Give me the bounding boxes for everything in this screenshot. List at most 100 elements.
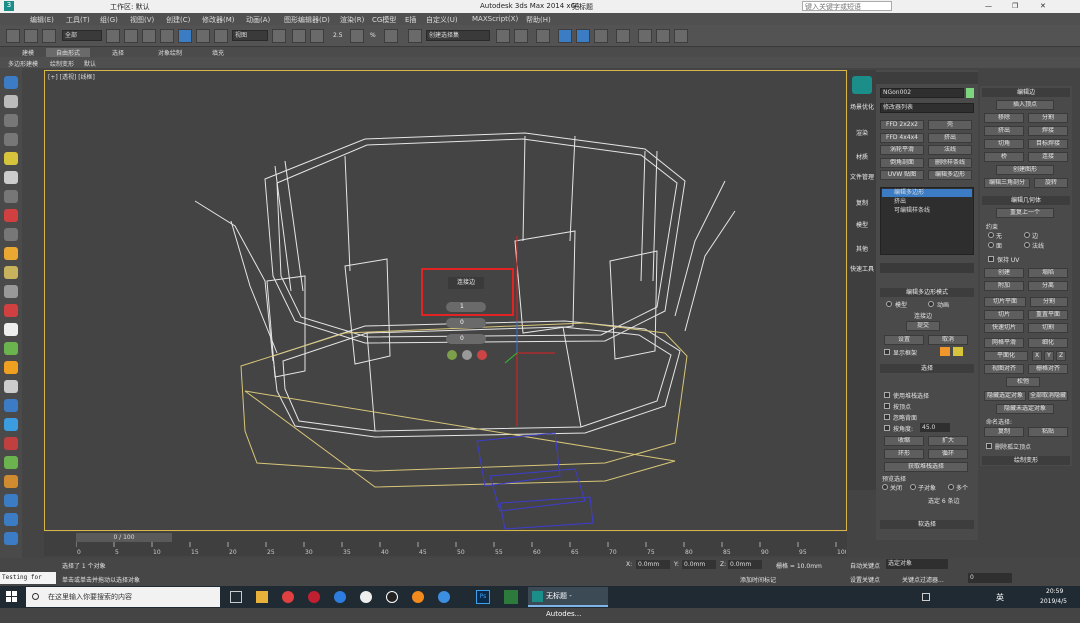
modifier-preset-button[interactable]: FFD 4x4x4: [880, 132, 924, 143]
reference-coord-dropdown[interactable]: 视图: [232, 30, 268, 41]
menu-item[interactable]: 工具(T): [66, 15, 90, 25]
constraint-edge-radio[interactable]: [1024, 232, 1030, 238]
modifier-preset-button[interactable]: 倒角剖面: [880, 157, 924, 168]
constraint-normal-radio[interactable]: [1024, 242, 1030, 248]
selection-header[interactable]: 选择: [880, 364, 974, 373]
attach-button[interactable]: 附加: [984, 281, 1024, 291]
edit-poly-mode-header[interactable]: 编辑多边形模式: [880, 288, 974, 297]
command-side-tab[interactable]: 其他: [850, 246, 874, 254]
maxscript-listener[interactable]: Testing for ALL: [0, 572, 56, 593]
make-planar-button[interactable]: 平面化: [984, 351, 1028, 361]
cage-color-1[interactable]: [940, 347, 950, 356]
timeline[interactable]: 0 / 100 0 5 10 15 20 25 30 35 40 45 50 55 60 65 70 75 80…: [44, 532, 847, 556]
select-object-icon[interactable]: [106, 29, 120, 43]
left-tool-icon[interactable]: [4, 456, 18, 469]
edit-geometry-header[interactable]: 编辑几何体: [982, 196, 1070, 205]
auto-key-label[interactable]: 自动关键点: [850, 561, 880, 570]
remove-button[interactable]: 移除: [984, 113, 1024, 123]
viewport-label[interactable]: [+] [透视] [线框]: [48, 72, 95, 81]
modifier-preset-button[interactable]: 挤出: [928, 132, 972, 143]
target-weld-button[interactable]: 目标焊接: [1028, 139, 1068, 149]
left-tool-icon[interactable]: [4, 342, 18, 355]
split-checkbox-button[interactable]: 分割: [1030, 297, 1068, 307]
split-button[interactable]: 分割: [1028, 113, 1068, 123]
stack-item-editable-spline[interactable]: 可编辑样条线: [882, 207, 972, 215]
left-tool-icon[interactable]: [4, 152, 18, 165]
insert-vertex-button[interactable]: 插入顶点: [996, 100, 1054, 110]
spinner-snap-icon[interactable]: [384, 29, 398, 43]
cage-color-2[interactable]: [953, 347, 963, 356]
commit-button[interactable]: 提交: [906, 321, 940, 331]
delete-isolated-checkbox[interactable]: [986, 443, 992, 449]
app-green-icon[interactable]: [504, 590, 518, 604]
caddy-slide-field[interactable]: 0: [446, 334, 486, 344]
cut-button[interactable]: 切割: [1028, 323, 1068, 333]
move-icon[interactable]: [178, 29, 192, 43]
ribbon-subtab[interactable]: 多边形建模: [8, 59, 38, 68]
named-selection-dropdown[interactable]: 创建选择集: [426, 30, 490, 41]
paste-button[interactable]: 粘贴: [1028, 427, 1068, 437]
ribbon-tab[interactable]: 填充: [212, 48, 224, 57]
clock-date[interactable]: 2019/4/5: [1040, 598, 1067, 605]
constraint-none-radio[interactable]: [988, 232, 994, 238]
add-time-tag[interactable]: 添加时间标记: [740, 575, 776, 584]
keyboard-shortcut-icon[interactable]: [310, 29, 324, 43]
left-tool-icon[interactable]: [4, 285, 18, 298]
workspace-dropdown[interactable]: 工作区: 默认: [110, 2, 150, 12]
ring-button[interactable]: 环形: [884, 449, 924, 459]
constraint-face-radio[interactable]: [988, 242, 994, 248]
angle-snap-icon[interactable]: [350, 29, 364, 43]
left-tool-icon[interactable]: [4, 380, 18, 393]
align-icon[interactable]: [514, 29, 528, 43]
select-manipulate-icon[interactable]: [292, 29, 306, 43]
command-side-tab[interactable]: 场景优化: [850, 104, 874, 112]
caddy-segments-field[interactable]: 1: [446, 302, 486, 312]
get-stack-selection-button[interactable]: 获取堆栈选择: [884, 462, 968, 472]
left-tool-icon[interactable]: [4, 266, 18, 279]
maximize-button[interactable]: ❐: [1012, 2, 1018, 10]
left-tool-icon[interactable]: [4, 475, 18, 488]
slice-button[interactable]: 切片: [984, 310, 1024, 320]
window-crossing-icon[interactable]: [160, 29, 174, 43]
cancel-button[interactable]: 取消: [928, 335, 968, 345]
ribbon-tab[interactable]: 建模: [22, 48, 34, 57]
settings-button[interactable]: 设置: [884, 335, 924, 345]
menu-item[interactable]: 图形编辑器(D): [284, 15, 330, 25]
mode-model-radio[interactable]: [886, 301, 892, 307]
hide-selected-button[interactable]: 隐藏选定对象: [984, 391, 1026, 401]
left-tool-icon[interactable]: [4, 437, 18, 450]
left-tool-icon[interactable]: [4, 209, 18, 222]
planar-y-button[interactable]: Y: [1044, 351, 1054, 361]
preview-off-radio[interactable]: [882, 484, 888, 490]
left-tool-icon[interactable]: [4, 304, 18, 317]
planar-x-button[interactable]: X: [1032, 351, 1042, 361]
meshsmooth-button[interactable]: 网格平滑: [984, 338, 1024, 348]
material-editor-icon[interactable]: [616, 29, 630, 43]
caddy-pinch-field[interactable]: 0: [446, 318, 486, 328]
extrude-button[interactable]: 挤出: [984, 126, 1024, 136]
app-blue-icon[interactable]: [438, 591, 450, 603]
show-cage-checkbox[interactable]: [884, 349, 890, 355]
preview-multi-radio[interactable]: [948, 484, 954, 490]
menu-item[interactable]: MAXScript(X): [472, 15, 518, 23]
slice-plane-button[interactable]: 切片平面: [984, 297, 1026, 307]
left-tool-icon[interactable]: [4, 95, 18, 108]
unhide-all-button[interactable]: 全部取消隐藏: [1028, 391, 1068, 401]
loop-button[interactable]: 循环: [928, 449, 968, 459]
clock-time[interactable]: 20:59: [1046, 588, 1063, 595]
y-coordinate[interactable]: 0.0mm: [682, 560, 716, 569]
by-vertex-checkbox[interactable]: [884, 403, 890, 409]
planar-z-button[interactable]: Z: [1056, 351, 1066, 361]
menu-item[interactable]: E插: [405, 15, 416, 25]
x-coordinate[interactable]: 0.0mm: [636, 560, 670, 569]
repeat-last-button[interactable]: 重复上一个: [996, 208, 1054, 218]
left-tool-icon[interactable]: [4, 494, 18, 507]
caddy-ok-icon[interactable]: [447, 350, 457, 360]
render-icon[interactable]: [674, 29, 688, 43]
create-shape-button[interactable]: 创建图形: [996, 165, 1054, 175]
tessellate-button[interactable]: 细化: [1028, 338, 1068, 348]
stack-item-edit-poly[interactable]: 编辑多边形: [882, 189, 972, 197]
left-tool-icon[interactable]: [4, 513, 18, 526]
current-frame-input[interactable]: 0: [968, 573, 1012, 583]
link-icon[interactable]: [42, 29, 56, 43]
